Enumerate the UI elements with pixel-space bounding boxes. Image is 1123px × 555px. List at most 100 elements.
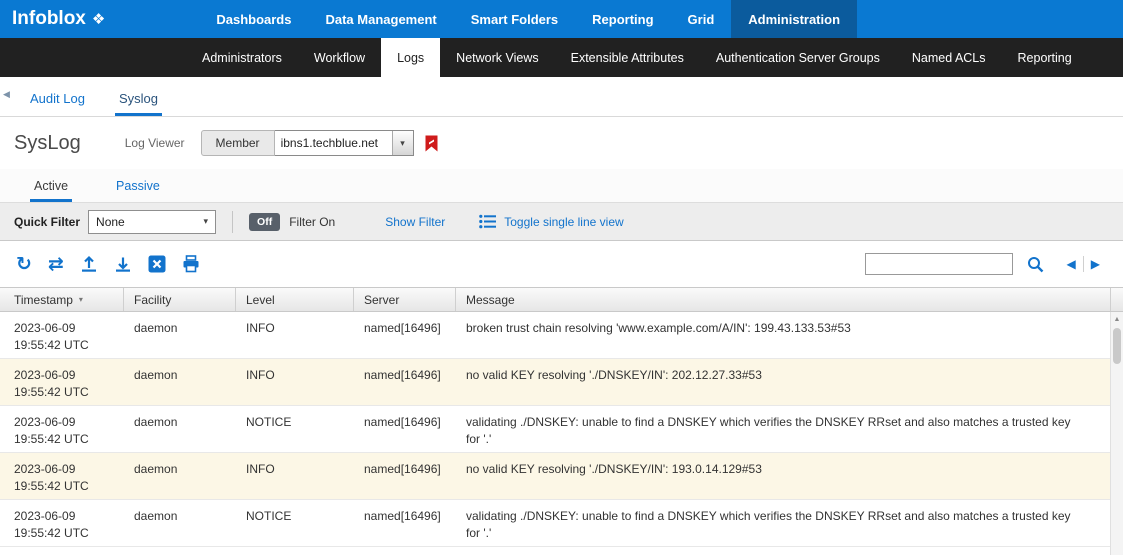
- sub-nav-auth-server-groups[interactable]: Authentication Server Groups: [700, 38, 896, 77]
- cell-level: NOTICE: [236, 406, 354, 452]
- pager: ◀ ▶: [1060, 256, 1107, 272]
- clear-close-icon[interactable]: [148, 255, 166, 273]
- sub-nav-named-acls[interactable]: Named ACLs: [896, 38, 1002, 77]
- table-row[interactable]: 2023-06-09 19:55:42 UTC daemon INFO name…: [0, 312, 1123, 359]
- sub-nav-administrators[interactable]: Administrators: [186, 38, 298, 77]
- top-nav-smart-folders[interactable]: Smart Folders: [454, 0, 575, 38]
- sub-nav-workflow[interactable]: Workflow: [298, 38, 381, 77]
- page-title: SysLog: [14, 132, 81, 155]
- download-icon[interactable]: [114, 255, 132, 273]
- auto-refresh-icon[interactable]: ⇄: [48, 255, 64, 274]
- cell-timestamp: 2023-06-09 19:55:42 UTC: [0, 312, 124, 358]
- column-header-timestamp[interactable]: Timestamp ▾: [0, 288, 124, 311]
- filter-on-toggle[interactable]: Off: [249, 213, 280, 231]
- sub-nav-reporting[interactable]: Reporting: [1002, 38, 1088, 77]
- top-nav-reporting[interactable]: Reporting: [575, 0, 670, 38]
- next-page-icon[interactable]: ▶: [1084, 257, 1107, 271]
- grid-body: 2023-06-09 19:55:42 UTC daemon INFO name…: [0, 312, 1123, 555]
- cell-server: named[16496]: [354, 500, 456, 546]
- tab-passive[interactable]: Passive: [112, 179, 164, 202]
- column-header-level-label: Level: [246, 293, 275, 307]
- tab-syslog[interactable]: Syslog: [115, 91, 162, 116]
- cell-level: INFO: [236, 359, 354, 405]
- member-label-button[interactable]: Member: [201, 130, 275, 156]
- top-nav: Dashboards Data Management Smart Folders…: [199, 0, 857, 38]
- cell-level: INFO: [236, 453, 354, 499]
- tab-audit-log[interactable]: Audit Log: [26, 91, 89, 116]
- cell-timestamp: 2023-06-09 19:55:42 UTC: [0, 406, 124, 452]
- cell-server: named[16496]: [354, 406, 456, 452]
- bookmark-icon[interactable]: [424, 135, 439, 152]
- log-toolbar: ↻ ⇄ ◀: [0, 241, 1123, 287]
- cell-facility: daemon: [124, 453, 236, 499]
- sub-nav-logs[interactable]: Logs: [381, 38, 440, 77]
- page-header: SysLog Log Viewer Member ibns1.techblue.…: [0, 117, 1123, 169]
- top-nav-dashboards[interactable]: Dashboards: [199, 0, 308, 38]
- log-search-input[interactable]: [865, 253, 1013, 275]
- show-filter-link[interactable]: Show Filter: [385, 215, 445, 229]
- cell-timestamp: 2023-06-09 19:55:42 UTC: [0, 359, 124, 405]
- toggle-single-line-view-link[interactable]: Toggle single line view: [479, 214, 623, 229]
- quick-filter-dropdown[interactable]: None ▾: [88, 210, 216, 234]
- log-tabs-bar: ◀ Audit Log Syslog: [0, 77, 1123, 117]
- column-header-facility[interactable]: Facility: [124, 288, 236, 311]
- divider: [232, 211, 233, 233]
- column-header-timestamp-label: Timestamp: [14, 293, 73, 307]
- view-tabs-bar: Active Passive: [0, 169, 1123, 203]
- infoblox-logo-text: Infoblox: [12, 8, 86, 30]
- sort-desc-icon: ▾: [79, 295, 83, 304]
- cell-server: named[16496]: [354, 359, 456, 405]
- print-icon[interactable]: [182, 255, 200, 273]
- table-row[interactable]: 2023-06-09 19:55:42 UTC daemon INFO name…: [0, 453, 1123, 500]
- cell-facility: daemon: [124, 359, 236, 405]
- scrollbar-corner: [1110, 288, 1123, 311]
- column-header-level[interactable]: Level: [236, 288, 354, 311]
- infoblox-logo[interactable]: Infoblox ❖: [0, 0, 117, 38]
- top-nav-data-management[interactable]: Data Management: [308, 0, 453, 38]
- list-view-icon: [479, 214, 496, 229]
- filter-on-label: Filter On: [289, 215, 335, 229]
- column-header-server-label: Server: [364, 293, 399, 307]
- quick-filter-bar: Quick Filter None ▾ Off Filter On Show F…: [0, 203, 1123, 241]
- quick-filter-value: None: [96, 215, 125, 229]
- grid-header: Timestamp ▾ Facility Level Server Messag…: [0, 287, 1123, 312]
- scroll-up-icon[interactable]: ▲: [1111, 312, 1123, 326]
- column-header-facility-label: Facility: [134, 293, 171, 307]
- cell-message: broken trust chain resolving 'www.exampl…: [456, 312, 1123, 358]
- vertical-scrollbar[interactable]: ▲: [1110, 312, 1123, 555]
- scrollbar-thumb[interactable]: [1113, 328, 1121, 364]
- table-row[interactable]: 2023-06-09 19:55:42 UTC daemon INFO name…: [0, 359, 1123, 406]
- top-nav-grid[interactable]: Grid: [671, 0, 732, 38]
- cell-timestamp: 2023-06-09 19:55:42 UTC: [0, 453, 124, 499]
- cell-server: named[16496]: [354, 312, 456, 358]
- tab-active[interactable]: Active: [30, 179, 72, 202]
- top-nav-administration[interactable]: Administration: [731, 0, 857, 38]
- member-dropdown[interactable]: ibns1.techblue.net ▾: [275, 130, 414, 156]
- table-row[interactable]: 2023-06-09 19:55:42 UTC daemon NOTICE na…: [0, 500, 1123, 547]
- cell-message: no valid KEY resolving './DNSKEY/IN': 19…: [456, 453, 1123, 499]
- quick-filter-label: Quick Filter: [14, 215, 80, 229]
- log-viewer-label: Log Viewer: [125, 136, 185, 150]
- cell-level: INFO: [236, 312, 354, 358]
- search-icon[interactable]: [1027, 256, 1044, 273]
- cell-message: validating ./DNSKEY: unable to find a DN…: [456, 406, 1123, 452]
- cell-facility: daemon: [124, 500, 236, 546]
- member-dropdown-value: ibns1.techblue.net: [275, 131, 393, 155]
- collapse-panel-icon[interactable]: ◀: [3, 89, 10, 100]
- table-row[interactable]: 2023-06-09 19:55:42 UTC daemon NOTICE na…: [0, 406, 1123, 453]
- cell-facility: daemon: [124, 312, 236, 358]
- upload-icon[interactable]: [80, 255, 98, 273]
- top-bar: Infoblox ❖ Dashboards Data Management Sm…: [0, 0, 1123, 38]
- refresh-icon[interactable]: ↻: [16, 255, 32, 274]
- column-header-message[interactable]: Message: [456, 288, 1110, 311]
- toggle-single-line-view-label: Toggle single line view: [504, 215, 623, 229]
- previous-page-icon[interactable]: ◀: [1060, 257, 1083, 271]
- chevron-down-icon[interactable]: ▾: [393, 131, 413, 155]
- cell-message: no valid KEY resolving './DNSKEY/IN': 20…: [456, 359, 1123, 405]
- cell-level: NOTICE: [236, 500, 354, 546]
- cell-facility: daemon: [124, 406, 236, 452]
- cell-message: validating ./DNSKEY: unable to find a DN…: [456, 500, 1123, 546]
- sub-nav-network-views[interactable]: Network Views: [440, 38, 554, 77]
- column-header-server[interactable]: Server: [354, 288, 456, 311]
- sub-nav-extensible-attributes[interactable]: Extensible Attributes: [555, 38, 700, 77]
